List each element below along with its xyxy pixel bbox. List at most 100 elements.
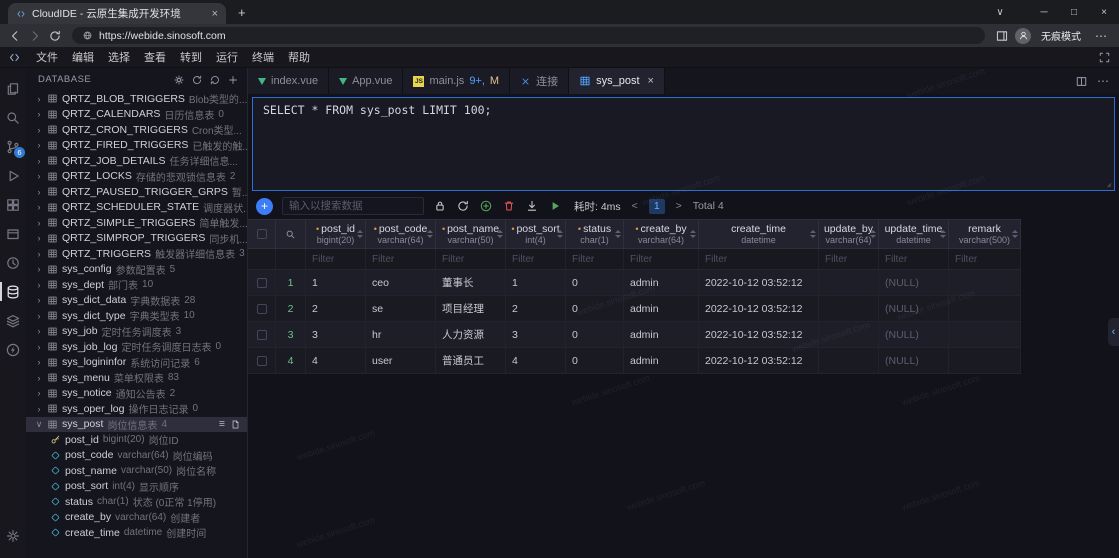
sort-icon[interactable] [870, 230, 876, 238]
panel-collapse-button[interactable]: ‹ [1108, 318, 1119, 346]
add-icon[interactable] [227, 74, 239, 86]
column-header-post_code[interactable]: •post_codevarchar(64) [366, 220, 436, 248]
filter-input-post_code[interactable]: Filter [366, 249, 436, 269]
cell-post_id[interactable]: 2 [306, 296, 366, 321]
settings-icon[interactable] [173, 74, 185, 86]
filter-input-post_name[interactable]: Filter [436, 249, 506, 269]
cell-update_by[interactable] [819, 296, 879, 321]
filter-input-update_by[interactable]: Filter [819, 249, 879, 269]
sort-icon[interactable] [357, 230, 363, 238]
column-header-update_by[interactable]: update_byvarchar(64) [819, 220, 879, 248]
cell-post_sort[interactable]: 3 [506, 322, 566, 347]
address-bar[interactable]: https://webide.sinosoft.com [72, 27, 985, 44]
cell-update_time[interactable]: (NULL) [879, 270, 949, 295]
history-icon[interactable] [209, 74, 221, 86]
tab-close-icon[interactable]: × [212, 8, 218, 20]
sidebar-toggle-icon[interactable] [995, 29, 1009, 43]
close-icon[interactable]: × [648, 75, 654, 87]
sidebar-table-qrtz_job_details[interactable]: ›QRTZ_JOB_DETAILS任务详细信息... [26, 153, 247, 169]
cell-status[interactable]: 0 [566, 348, 624, 373]
sidebar-table-sys_job_log[interactable]: ›sys_job_log定时任务调度日志表0 [26, 339, 247, 355]
minimize-button[interactable]: ─ [1029, 7, 1059, 18]
cell-post_code[interactable]: ceo [366, 270, 436, 295]
activity-bar-layers[interactable] [0, 306, 26, 335]
cell-create_by[interactable]: admin [624, 296, 699, 321]
filter-input-post_id[interactable]: Filter [306, 249, 366, 269]
cell-remark[interactable] [949, 296, 1021, 321]
sidebar-column-post_id[interactable]: post_idbigint(20)岗位ID [26, 432, 247, 448]
browser-tab[interactable]: CloudIDE - 云原生集成开发环境 × [8, 3, 226, 24]
cell-remark[interactable] [949, 322, 1021, 347]
row-select-cell[interactable] [248, 322, 276, 347]
column-header-create_by[interactable]: •create_byvarchar(64) [624, 220, 699, 248]
sidebar-column-post_code[interactable]: post_codevarchar(64)岗位编码 [26, 448, 247, 464]
column-header-create_time[interactable]: create_timedatetime [699, 220, 819, 248]
cell-status[interactable]: 0 [566, 322, 624, 347]
sidebar-column-status[interactable]: statuschar(1)状态 (0正常 1停用) [26, 494, 247, 510]
split-editor-icon[interactable] [1075, 75, 1088, 88]
cell-create_by[interactable]: admin [624, 348, 699, 373]
filter-input-update_time[interactable]: Filter [879, 249, 949, 269]
avatar[interactable] [1015, 28, 1031, 44]
filter-input-remark[interactable]: Filter [949, 249, 1021, 269]
cell-create_time[interactable]: 2022-10-12 03:52:12 [699, 348, 819, 373]
cell-post_name[interactable]: 普通员工 [436, 348, 506, 373]
menu-item[interactable]: 帮助 [281, 50, 317, 66]
column-header-post_sort[interactable]: •post_sortint(4) [506, 220, 566, 248]
menu-item[interactable]: 查看 [137, 50, 173, 66]
menu-item[interactable]: 选择 [101, 50, 137, 66]
column-header-remark[interactable]: remarkvarchar(500) [949, 220, 1021, 248]
row-select-cell[interactable] [248, 348, 276, 373]
sort-icon[interactable] [557, 230, 563, 238]
cell-create_by[interactable]: admin [624, 270, 699, 295]
new-tab-button[interactable]: + [238, 5, 246, 20]
sort-icon[interactable] [615, 230, 621, 238]
activity-bar-package[interactable] [0, 219, 26, 248]
browser-menu-icon[interactable]: ⋯ [1091, 29, 1111, 43]
column-header-status[interactable]: •statuschar(1) [566, 220, 624, 248]
cell-update_time[interactable]: (NULL) [879, 348, 949, 373]
cell-status[interactable]: 0 [566, 270, 624, 295]
sort-icon[interactable] [497, 230, 503, 238]
sidebar-table-sys_post[interactable]: ∨sys_post岗位信息表4≡ [26, 417, 247, 433]
menu-item[interactable]: 编辑 [65, 50, 101, 66]
cell-post_sort[interactable]: 1 [506, 270, 566, 295]
editor-tab[interactable]: sys_post× [569, 68, 665, 94]
filter-input-create_by[interactable]: Filter [624, 249, 699, 269]
cell-remark[interactable] [949, 270, 1021, 295]
sort-icon[interactable] [1012, 230, 1018, 238]
chevron-down-icon[interactable]: ∨ [985, 7, 1015, 18]
sidebar-column-post_sort[interactable]: post_sortint(4)显示顺序 [26, 479, 247, 495]
menu-item[interactable]: 运行 [209, 50, 245, 66]
cell-post_id[interactable]: 3 [306, 322, 366, 347]
resize-handle-icon[interactable] [1103, 179, 1113, 189]
sidebar-table-sys_menu[interactable]: ›sys_menu菜单权限表83 [26, 370, 247, 386]
sidebar-table-qrtz_fired_triggers[interactable]: ›QRTZ_FIRED_TRIGGERS已触发的触... [26, 138, 247, 154]
activity-bar-search[interactable] [0, 103, 26, 132]
more-actions-icon[interactable]: ⋯ [1097, 74, 1109, 88]
sort-icon[interactable] [690, 230, 696, 238]
sidebar-table-qrtz_simprop_triggers[interactable]: ›QRTZ_SIMPROP_TRIGGERS同步机... [26, 231, 247, 247]
sidebar-table-sys_dict_data[interactable]: ›sys_dict_data字典数据表28 [26, 293, 247, 309]
prev-page-icon[interactable]: < [630, 200, 640, 212]
maximize-button[interactable]: □ [1059, 7, 1089, 18]
menu-icon[interactable]: ≡ [219, 418, 225, 430]
sidebar-table-qrtz_paused_trigger_grps[interactable]: ›QRTZ_PAUSED_TRIGGER_GRPS暂... [26, 184, 247, 200]
back-icon[interactable] [8, 29, 22, 43]
menu-item[interactable]: 终端 [245, 50, 281, 66]
sidebar-column-create_by[interactable]: create_byvarchar(64)创建者 [26, 510, 247, 526]
filter-input-create_time[interactable]: Filter [699, 249, 819, 269]
cell-update_by[interactable] [819, 270, 879, 295]
sidebar-table-sys_job[interactable]: ›sys_job定时任务调度表3 [26, 324, 247, 340]
cell-remark[interactable] [949, 348, 1021, 373]
insert-row-icon[interactable] [479, 199, 493, 213]
cell-update_time[interactable]: (NULL) [879, 296, 949, 321]
sort-icon[interactable] [810, 230, 816, 238]
delete-row-icon[interactable] [502, 199, 516, 213]
sidebar-table-qrtz_cron_triggers[interactable]: ›QRTZ_CRON_TRIGGERSCron类型... [26, 122, 247, 138]
forward-icon[interactable] [28, 29, 42, 43]
sidebar-table-sys_oper_log[interactable]: ›sys_oper_log操作日志记录0 [26, 401, 247, 417]
cell-create_time[interactable]: 2022-10-12 03:52:12 [699, 270, 819, 295]
next-page-icon[interactable]: > [674, 200, 684, 212]
sidebar-table-sys_notice[interactable]: ›sys_notice通知公告表2 [26, 386, 247, 402]
